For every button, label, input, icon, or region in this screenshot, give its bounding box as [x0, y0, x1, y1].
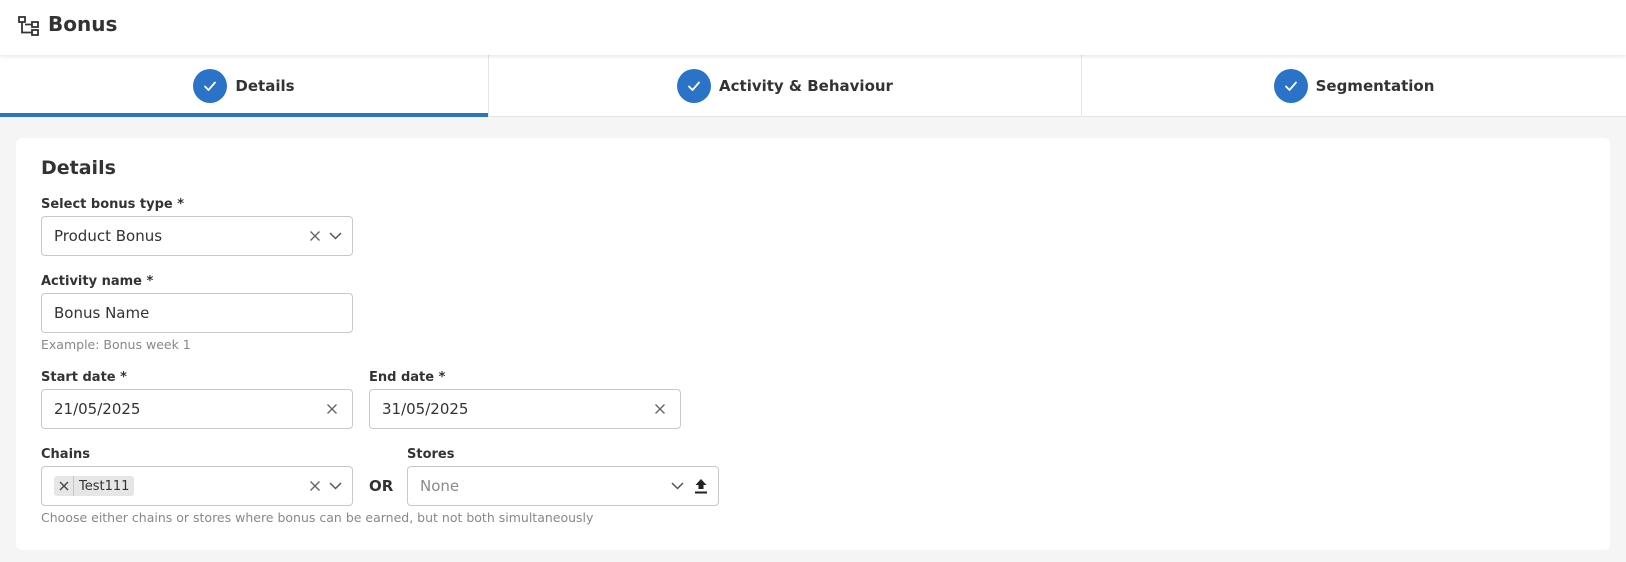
activity-name-value: Bonus Name	[54, 304, 150, 322]
end-date-value: 31/05/2025	[382, 400, 469, 418]
top-bar: Bonus	[0, 0, 1626, 55]
page-title: Bonus	[48, 12, 118, 36]
clear-icon[interactable]	[654, 403, 666, 415]
hierarchy-icon	[18, 16, 40, 36]
check-icon	[1273, 69, 1308, 103]
step-label: Segmentation	[1315, 77, 1435, 95]
stores-placeholder: None	[420, 477, 460, 495]
stores-select[interactable]: None	[407, 466, 719, 506]
start-date-label: Start date *	[41, 370, 127, 385]
bonus-type-label: Select bonus type *	[41, 197, 185, 212]
or-separator: OR	[369, 477, 394, 495]
check-icon	[677, 69, 712, 103]
chevron-down-icon[interactable]	[329, 482, 342, 490]
activity-name-hint: Example: Bonus week 1	[41, 337, 191, 352]
step-details[interactable]: Details	[0, 55, 489, 117]
chain-chip: Test111	[54, 476, 135, 496]
clear-icon[interactable]	[326, 403, 338, 415]
section-title: Details	[41, 157, 116, 179]
chip-label: Test111	[79, 478, 130, 494]
step-activity-behaviour[interactable]: Activity & Behaviour	[489, 55, 1082, 117]
end-date-label: End date *	[369, 370, 446, 385]
stepper: Details Activity & Behaviour Segmentatio…	[0, 55, 1626, 117]
location-hint: Choose either chains or stores where bon…	[41, 510, 594, 525]
activity-name-input[interactable]: Bonus Name	[41, 293, 353, 333]
start-date-input[interactable]: 21/05/2025	[41, 389, 353, 429]
chevron-down-icon[interactable]	[671, 482, 684, 490]
clear-icon[interactable]	[309, 480, 321, 492]
activity-name-label: Activity name *	[41, 274, 154, 289]
start-date-value: 21/05/2025	[54, 400, 141, 418]
bonus-type-select[interactable]: Product Bonus	[41, 216, 353, 256]
check-icon	[193, 69, 228, 103]
chains-label: Chains	[41, 447, 91, 462]
step-segmentation[interactable]: Segmentation	[1082, 55, 1626, 117]
end-date-input[interactable]: 31/05/2025	[369, 389, 681, 429]
step-label: Activity & Behaviour	[719, 77, 893, 95]
chains-select[interactable]: Test111	[41, 466, 353, 506]
upload-icon[interactable]	[694, 478, 708, 494]
clear-icon[interactable]	[309, 230, 321, 242]
active-step-indicator	[0, 113, 488, 117]
stores-label: Stores	[407, 447, 455, 462]
bonus-type-value: Product Bonus	[54, 227, 163, 245]
step-label: Details	[235, 77, 295, 95]
chevron-down-icon[interactable]	[329, 232, 342, 240]
remove-chip-icon[interactable]	[54, 476, 74, 496]
